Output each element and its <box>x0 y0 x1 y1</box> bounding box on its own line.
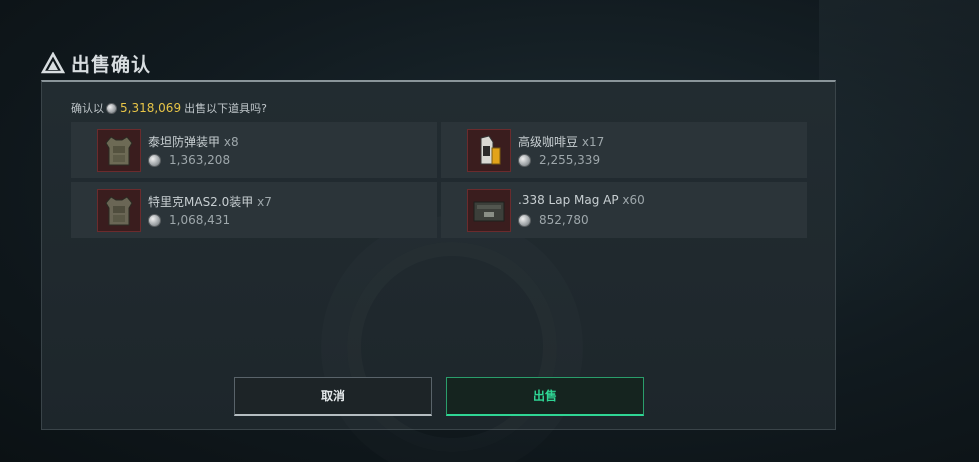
sell-button[interactable]: 出售 <box>446 377 644 416</box>
item-name: 泰坦防弹装甲 x8 <box>148 135 239 149</box>
background-art <box>819 0 979 300</box>
item-qty: x17 <box>581 135 605 149</box>
coin-icon <box>106 102 117 114</box>
sell-item-4: .338 Lap Mag AP x60 852,780 <box>441 182 807 238</box>
sell-item-1: 泰坦防弹装甲 x8 1,363,208 <box>71 122 437 178</box>
item-price: 2,255,339 <box>518 153 600 167</box>
item-qty: x7 <box>257 195 272 209</box>
total-amount: 5,318,069 <box>120 101 182 115</box>
prompt-prefix: 确认以 <box>71 102 104 115</box>
item-price: 852,780 <box>518 213 589 227</box>
item-name: 高级咖啡豆 x17 <box>518 135 605 149</box>
prompt-suffix: 出售以下道具吗? <box>184 102 267 115</box>
item-qty: x60 <box>622 193 645 207</box>
sell-item-2: 高级咖啡豆 x17 2,255,339 <box>441 122 807 178</box>
sell-prompt: 确认以 5,318,069 出售以下道具吗? <box>71 100 267 116</box>
dialog-title-bar: 出售确认 <box>41 48 151 78</box>
coin-icon <box>518 213 531 227</box>
body-armor-icon <box>97 129 141 172</box>
coin-icon <box>148 213 161 227</box>
cancel-button[interactable]: 取消 <box>234 377 432 416</box>
warning-triangle-icon <box>41 52 65 74</box>
dialog-title: 出售确认 <box>71 53 152 76</box>
item-name: 特里克MAS2.0装甲 x7 <box>148 195 272 209</box>
item-name: .338 Lap Mag AP x60 <box>518 193 645 207</box>
item-price: 1,068,431 <box>148 213 230 227</box>
body-armor-icon <box>97 189 141 232</box>
coin-icon <box>148 153 161 167</box>
background-emblem <box>347 242 557 452</box>
coin-icon <box>518 153 531 167</box>
coffee-bag-icon <box>467 129 511 172</box>
item-price: 1,363,208 <box>148 153 230 167</box>
item-qty: x8 <box>223 135 239 149</box>
ammo-box-icon <box>467 189 511 232</box>
sell-item-3: 特里克MAS2.0装甲 x7 1,068,431 <box>71 182 437 238</box>
